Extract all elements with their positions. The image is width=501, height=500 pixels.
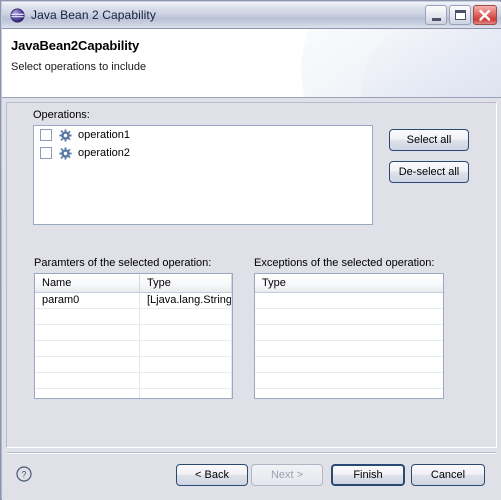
- operations-label: Operations:: [33, 109, 90, 121]
- operation-checkbox[interactable]: [40, 129, 52, 141]
- cell-name: [35, 373, 140, 388]
- back-button[interactable]: < Back: [176, 464, 248, 486]
- cell-type: [Ljava.lang.String;: [140, 293, 232, 308]
- cell-name: [35, 389, 140, 398]
- finish-button[interactable]: Finish: [331, 464, 405, 486]
- cell-type: [255, 325, 443, 340]
- cell-type: [255, 309, 443, 324]
- table-header-row: Name Type: [35, 274, 232, 293]
- gear-icon: [59, 128, 72, 142]
- cell-type: [255, 373, 443, 388]
- table-header-row: Type: [255, 274, 443, 293]
- footer-separator: [7, 452, 496, 454]
- operation-label: operation1: [78, 129, 130, 141]
- deselect-all-button[interactable]: De-select all: [389, 161, 469, 183]
- column-header-name[interactable]: Name: [35, 274, 140, 292]
- cell-name: [35, 309, 140, 324]
- table-row[interactable]: [35, 341, 232, 357]
- operation-checkbox[interactable]: [40, 147, 52, 159]
- parameters-table[interactable]: Name Type param0 [Ljava.lang.String;: [34, 273, 233, 399]
- cell-type: [255, 389, 443, 398]
- table-row[interactable]: [255, 309, 443, 325]
- select-all-button[interactable]: Select all: [389, 129, 469, 151]
- cell-name: [35, 325, 140, 340]
- cell-type: [255, 293, 443, 308]
- cell-type: [140, 325, 232, 340]
- exceptions-table[interactable]: Type: [254, 273, 444, 399]
- window-controls: [425, 5, 497, 25]
- list-item[interactable]: operation1: [34, 126, 372, 144]
- cell-type: [140, 373, 232, 388]
- table-row[interactable]: [255, 293, 443, 309]
- help-icon[interactable]: ?: [16, 466, 32, 482]
- list-item[interactable]: operation2: [34, 144, 372, 162]
- page-title: JavaBean2Capability: [11, 38, 140, 53]
- cell-name: [35, 341, 140, 356]
- gear-icon: [59, 146, 72, 160]
- exceptions-label: Exceptions of the selected operation:: [254, 257, 435, 269]
- svg-text:?: ?: [21, 470, 26, 480]
- table-row[interactable]: [255, 357, 443, 373]
- table-row[interactable]: [255, 325, 443, 341]
- cell-type: [140, 357, 232, 372]
- maximize-icon: [455, 10, 466, 20]
- cell-type: [255, 357, 443, 372]
- table-row[interactable]: [35, 389, 232, 398]
- minimize-icon: [432, 18, 441, 21]
- next-button: Next >: [251, 464, 323, 486]
- cell-name: param0: [35, 293, 140, 308]
- table-row[interactable]: [255, 341, 443, 357]
- header-decoration-secondary: [361, 29, 501, 97]
- window-title: Java Bean 2 Capability: [31, 8, 156, 22]
- table-row[interactable]: [35, 357, 232, 373]
- cell-type: [255, 341, 443, 356]
- column-header-type[interactable]: Type: [255, 274, 443, 292]
- page-subtitle: Select operations to include: [11, 61, 147, 73]
- table-row[interactable]: param0 [Ljava.lang.String;: [35, 293, 232, 309]
- operation-label: operation2: [78, 147, 130, 159]
- dialog-window: Java Bean 2 Capability JavaBean2Capabili…: [0, 0, 501, 500]
- parameters-label: Paramters of the selected operation:: [34, 257, 212, 269]
- cell-type: [140, 309, 232, 324]
- table-row[interactable]: [35, 373, 232, 389]
- column-header-type[interactable]: Type: [140, 274, 232, 292]
- cell-type: [140, 341, 232, 356]
- title-bar: Java Bean 2 Capability: [2, 2, 501, 29]
- dialog-header: JavaBean2Capability Select operations to…: [2, 29, 501, 98]
- table-row[interactable]: [35, 309, 232, 325]
- cell-type: [140, 389, 232, 398]
- table-row[interactable]: [255, 389, 443, 398]
- java-bean-icon: [10, 8, 25, 23]
- table-row[interactable]: [35, 325, 232, 341]
- minimize-button[interactable]: [425, 5, 447, 25]
- maximize-button[interactable]: [449, 5, 471, 25]
- operations-list[interactable]: operation1 operation2: [33, 125, 373, 225]
- cell-name: [35, 357, 140, 372]
- close-button[interactable]: [473, 5, 497, 25]
- cancel-button[interactable]: Cancel: [411, 464, 485, 486]
- table-row[interactable]: [255, 373, 443, 389]
